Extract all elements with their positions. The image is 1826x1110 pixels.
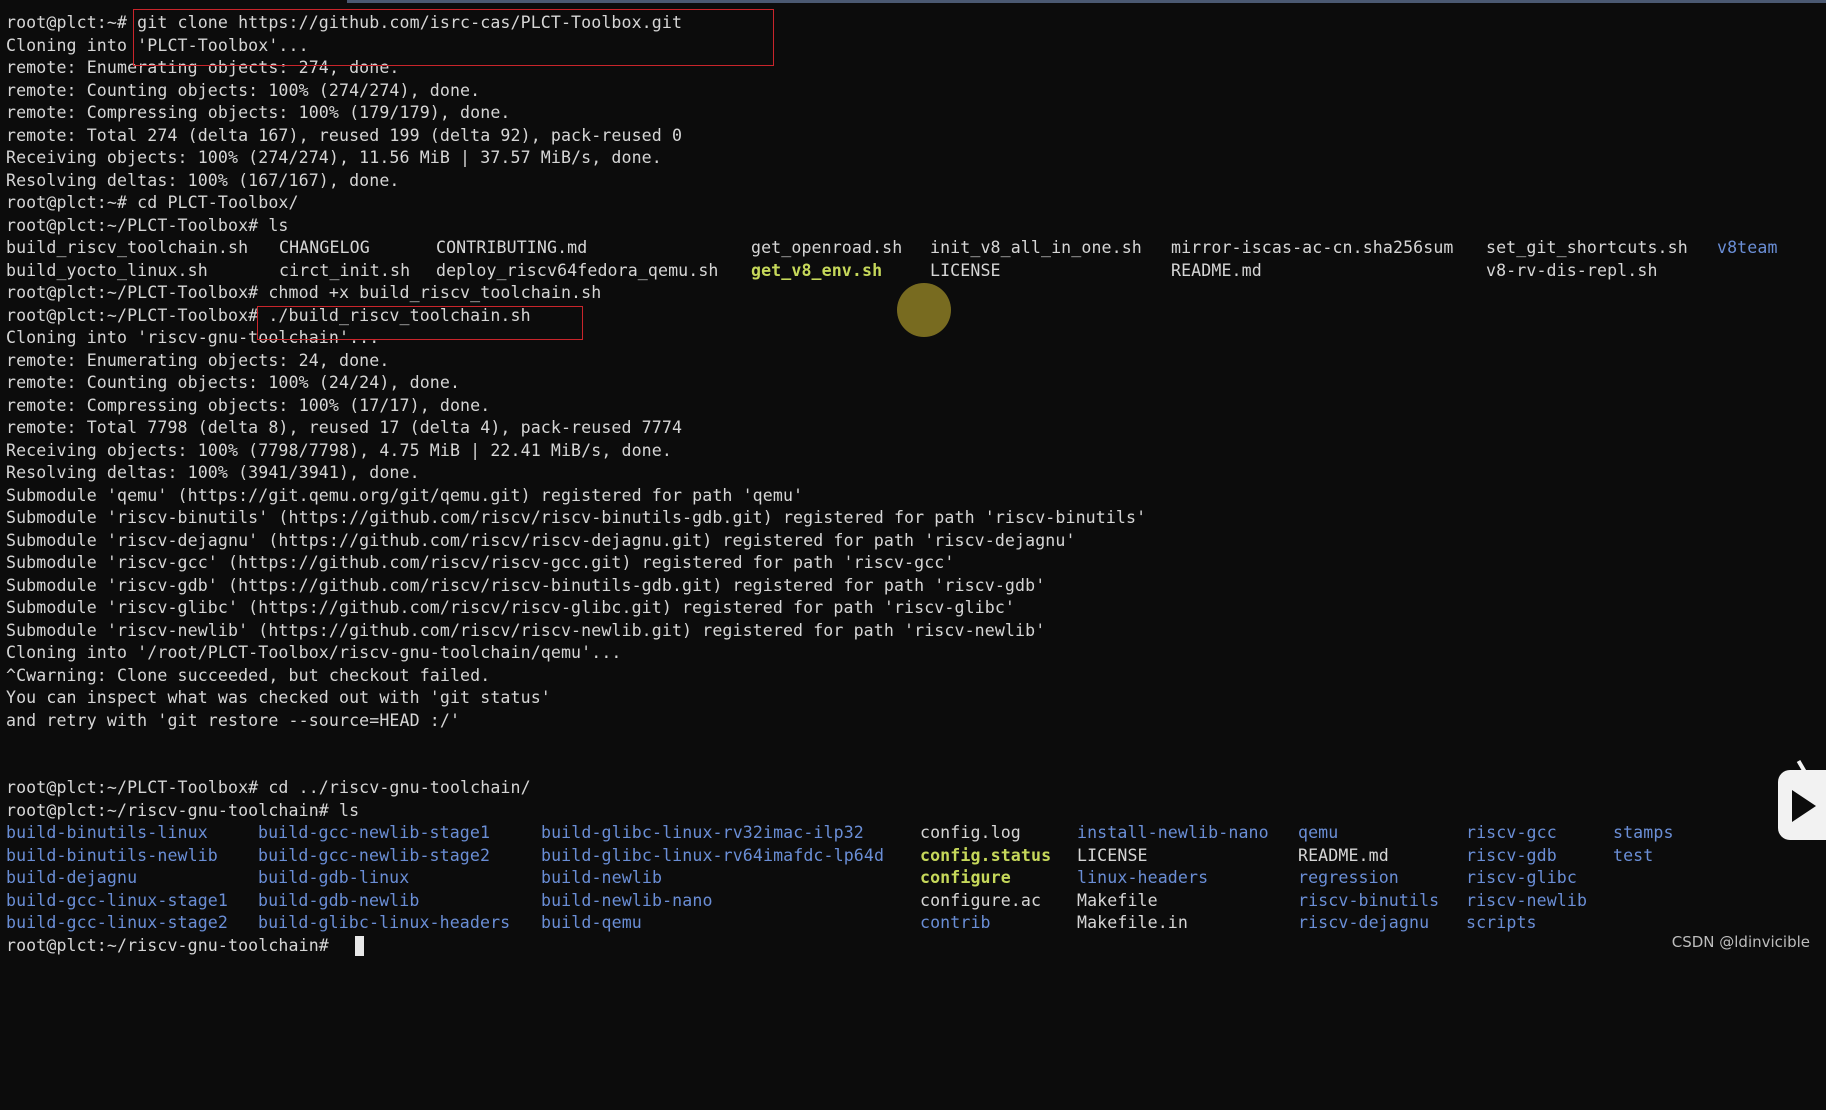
highlight-box-build-script [257, 306, 583, 340]
ls-entry: deploy_riscv64fedora_qemu.sh [436, 261, 719, 280]
terminal-line: remote: Total 7798 (delta 8), reused 17 … [6, 418, 683, 437]
ls-entry: config.log [920, 823, 1021, 842]
ls-entry: configure.ac [920, 891, 1042, 910]
ls-entry-directory: stamps [1613, 823, 1674, 842]
ls-output-row: build_riscv_toolchain.sh CHANGELOG CONTR… [6, 237, 1777, 259]
ls-entry-directory: build-gcc-newlib-stage2 [258, 846, 491, 865]
terminal-line: Submodule 'riscv-gcc' (https://github.co… [6, 553, 955, 572]
ls-entry-directory: build-gcc-newlib-stage1 [258, 823, 491, 842]
ls-output-row: build-dejagnu build-gdb-linux build-newl… [6, 867, 1577, 889]
terminal-line: Submodule 'riscv-dejagnu' (https://githu… [6, 531, 1076, 550]
ls-entry: build_yocto_linux.sh [6, 261, 208, 280]
ls-output-row: build-gcc-linux-stage2 build-glibc-linux… [6, 912, 1537, 934]
ls-output-row: build_yocto_linux.sh circt_init.sh deplo… [6, 260, 1657, 282]
mouse-pointer-highlight [897, 283, 951, 337]
ls-entry-executable: config.status [920, 846, 1052, 865]
ls-entry: LICENSE [930, 261, 1001, 280]
terminal-prompt-input[interactable]: root@plct:~/riscv-gnu-toolchain# [6, 935, 339, 957]
watermark: CSDN @ldinvicible [1671, 933, 1810, 951]
ls-entry-directory: riscv-newlib [1466, 891, 1588, 910]
terminal-line: remote: Compressing objects: 100% (179/1… [6, 103, 511, 122]
ls-entry-directory: build-dejagnu [6, 868, 138, 887]
ls-entry-directory: build-glibc-linux-headers [258, 913, 511, 932]
terminal-line: root@plct:~/PLCT-Toolbox# chmod +x build… [6, 283, 602, 302]
terminal-window[interactable]: root@plct:~# git clone https://github.co… [0, 0, 1826, 961]
ls-entry-directory: build-binutils-linux [6, 823, 208, 842]
terminal-line: Resolving deltas: 100% (3941/3941), done… [6, 463, 420, 482]
ls-entry-directory: build-glibc-linux-rv64imafdc-lp64d [541, 846, 885, 865]
ls-entry-directory: riscv-gdb [1466, 846, 1557, 865]
ls-entry-directory: riscv-dejagnu [1298, 913, 1430, 932]
terminal-line: and retry with 'git restore --source=HEA… [6, 711, 461, 730]
ls-entry: README.md [1298, 846, 1389, 865]
terminal-line: remote: Counting objects: 100% (274/274)… [6, 81, 481, 100]
ls-output-row: build-gcc-linux-stage1 build-gdb-newlib … [6, 890, 1587, 912]
ls-entry-directory: v8team [1717, 238, 1778, 257]
ls-entry-directory: riscv-binutils [1298, 891, 1440, 910]
terminal-line: remote: Total 274 (delta 167), reused 19… [6, 126, 683, 145]
ls-entry: set_git_shortcuts.sh [1486, 238, 1688, 257]
text-cursor [355, 936, 364, 956]
terminal-line: root@plct:~/riscv-gnu-toolchain# ls [6, 801, 360, 820]
terminal-line: root@plct:~/PLCT-Toolbox# cd ../riscv-gn… [6, 778, 531, 797]
ls-entry: mirror-iscas-ac-cn.sha256sum [1171, 238, 1454, 257]
highlight-box-git-clone [133, 9, 774, 66]
terminal-line: Receiving objects: 100% (7798/7798), 4.7… [6, 441, 672, 460]
terminal-line: remote: Enumerating objects: 24, done. [6, 351, 390, 370]
ls-entry: circt_init.sh [279, 261, 411, 280]
ls-entry-directory: install-newlib-nano [1077, 823, 1269, 842]
ls-entry: init_v8_all_in_one.sh [930, 238, 1142, 257]
terminal-line: remote: Compressing objects: 100% (17/17… [6, 396, 491, 415]
terminal-line: Resolving deltas: 100% (167/167), done. [6, 171, 400, 190]
ls-entry-directory: build-newlib-nano [541, 891, 713, 910]
terminal-line: Cloning into '/root/PLCT-Toolbox/riscv-g… [6, 643, 622, 662]
terminal-line: You can inspect what was checked out wit… [6, 688, 551, 707]
ls-entry: CHANGELOG [279, 238, 370, 257]
ls-entry-directory: build-binutils-newlib [6, 846, 218, 865]
ls-entry-directory: build-glibc-linux-rv32imac-ilp32 [541, 823, 864, 842]
terminal-line: ^Cwarning: Clone succeeded, but checkout… [6, 666, 491, 685]
video-play-icon[interactable] [1778, 759, 1826, 840]
ls-entry-directory: build-qemu [541, 913, 642, 932]
ls-entry-executable: configure [920, 868, 1011, 887]
window-top-border [0, 0, 1826, 4]
terminal-line: remote: Counting objects: 100% (24/24), … [6, 373, 461, 392]
ls-entry: README.md [1171, 261, 1262, 280]
ls-entry-directory: build-gdb-newlib [258, 891, 420, 910]
ls-entry: v8-rv-dis-repl.sh [1486, 261, 1658, 280]
terminal-line: Receiving objects: 100% (274/274), 11.56… [6, 148, 662, 167]
ls-entry-directory: riscv-glibc [1466, 868, 1577, 887]
ls-entry: get_openroad.sh [751, 238, 903, 257]
ls-output-row: build-binutils-newlib build-gcc-newlib-s… [6, 845, 1653, 867]
ls-entry-directory: qemu [1298, 823, 1339, 842]
ls-entry: CONTRIBUTING.md [436, 238, 588, 257]
ls-entry-executable: get_v8_env.sh [751, 261, 883, 280]
ls-entry-directory: build-gdb-linux [258, 868, 410, 887]
terminal-line: Submodule 'riscv-binutils' (https://gith… [6, 508, 1147, 527]
ls-output-row: build-binutils-linux build-gcc-newlib-st… [6, 822, 1673, 844]
ls-entry: LICENSE [1077, 846, 1148, 865]
ls-entry-directory: test [1613, 846, 1654, 865]
ls-entry-directory: scripts [1466, 913, 1537, 932]
terminal-line: Submodule 'riscv-glibc' (https://github.… [6, 598, 1016, 617]
ls-entry-directory: regression [1298, 868, 1399, 887]
terminal-line: Submodule 'qemu' (https://git.qemu.org/g… [6, 486, 804, 505]
ls-entry-directory: linux-headers [1077, 868, 1209, 887]
ls-entry-directory: riscv-gcc [1466, 823, 1557, 842]
ls-entry-directory: build-newlib [541, 868, 663, 887]
terminal-line: Submodule 'riscv-gdb' (https://github.co… [6, 576, 1046, 595]
ls-entry-directory: contrib [920, 913, 991, 932]
ls-entry-directory: build-gcc-linux-stage2 [6, 913, 228, 932]
ls-entry: Makefile.in [1077, 913, 1188, 932]
ls-entry: build_riscv_toolchain.sh [6, 238, 249, 257]
terminal-line: root@plct:~# cd PLCT-Toolbox/ [6, 193, 299, 212]
ls-entry-directory: build-gcc-linux-stage1 [6, 891, 228, 910]
ls-entry: Makefile [1077, 891, 1158, 910]
terminal-line: Submodule 'riscv-newlib' (https://github… [6, 621, 1046, 640]
terminal-line: root@plct:~/PLCT-Toolbox# ls [6, 216, 289, 235]
